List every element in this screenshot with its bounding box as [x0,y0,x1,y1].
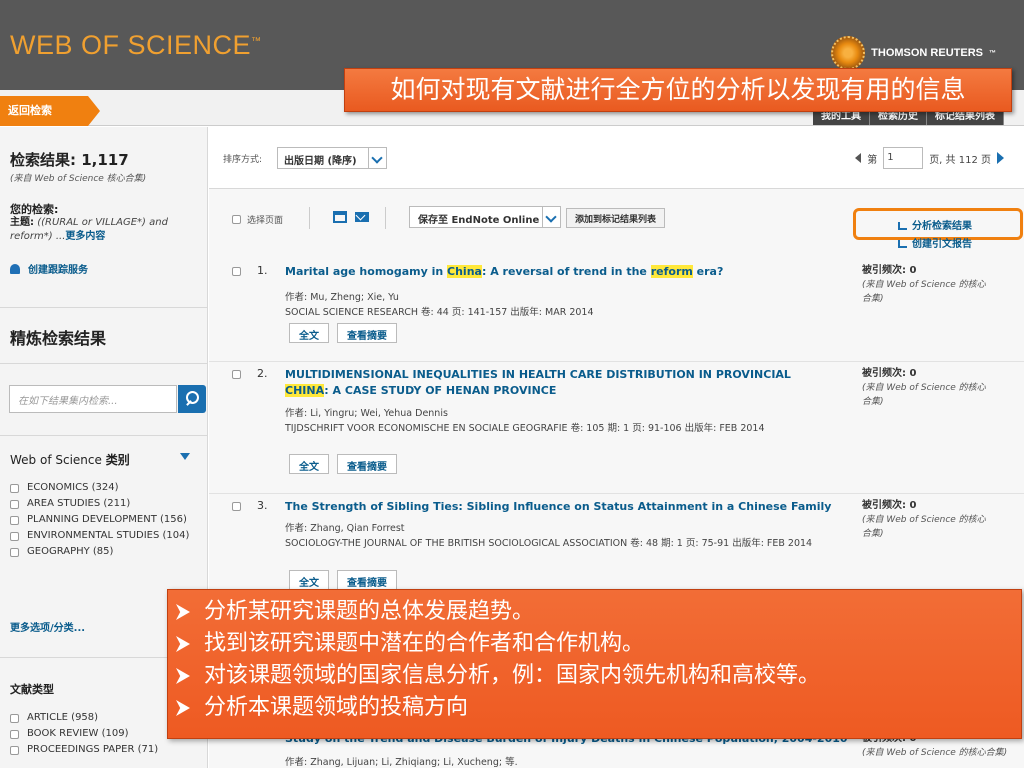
checkbox[interactable] [232,502,241,511]
record-actions: 全文 查看摘要 [289,323,397,343]
record-title[interactable]: Marital age homogamy in China: A reversa… [285,264,833,280]
more-content-link[interactable]: 更多内容 [65,231,105,242]
more-options-link[interactable]: 更多选项/分类... [10,619,85,634]
arrow-bullet-icon [176,604,190,620]
checkbox[interactable] [10,746,19,755]
checkbox[interactable] [10,532,19,541]
refine-title: 精炼检索结果 [10,329,107,348]
divider [0,307,208,308]
record-number: 1. [257,264,268,277]
report-icon [898,240,907,248]
search-icon[interactable] [178,385,206,413]
record-source: SOCIOLOGY-THE JOURNAL OF THE BRITISH SOC… [285,538,813,549]
create-alert-link[interactable]: 创建跟踪服务 [10,261,88,276]
result-record: 3. The Strength of Sibling Ties: Sibling… [209,493,1024,603]
checkbox[interactable] [10,484,19,493]
category-item[interactable]: GEOGRAPHY (85) [10,546,200,558]
bullet-item: 对该课题领域的国家信息分析，例：国家内领先机构和高校等。 [176,660,1013,692]
sort-bar: 排序方式: 出版日期 (降序) 第 1 页, 共 112 页 [209,127,1024,189]
arrow-bullet-icon [176,668,190,684]
refine-search-input[interactable]: 在如下结果集内检索... [9,385,177,413]
web-of-science-logo[interactable]: WEB OF SCIENCE™ [10,30,262,61]
thomson-reuters-logo: THOMSON REUTERS ™ [831,36,996,70]
full-text-button[interactable]: 全文 [289,323,329,343]
citation-count: 被引频次: 0(来自 Web of Science 的核心合集) [862,368,986,407]
record-number: 2. [257,367,268,380]
record-number: 3. [257,499,268,512]
category-item[interactable]: ENVIRONMENTAL STUDIES (104) [10,530,200,542]
full-text-button[interactable]: 全文 [289,454,329,474]
print-icon[interactable] [333,211,347,223]
category-item[interactable]: AREA STUDIES (211) [10,498,200,510]
email-icon[interactable] [355,212,369,222]
search-query: 主题: ((RURAL or VILLAGE*) and reform*) ..… [10,217,168,242]
select-page[interactable]: 选择页面 [232,213,283,226]
category-list: ECONOMICS (324) AREA STUDIES (211) PLANN… [10,482,200,562]
bar-chart-icon [898,222,907,230]
checkbox[interactable] [10,714,19,723]
divider [0,363,208,364]
category-item[interactable]: ECONOMICS (324) [10,482,200,494]
results-source: (来自 Web of Science 核心合集) [10,174,147,184]
result-record: 1. Marital age homogamy in China: A reve… [209,259,1024,371]
arrow-bullet-icon [176,636,190,652]
collapse-caret-icon[interactable] [180,453,190,460]
page-input[interactable]: 1 [883,147,924,169]
document-type-heading: 文献类型 [10,683,54,696]
bullet-item: 找到该研究课题中潜在的合作者和合作机构。 [176,628,1013,660]
citation-count: 被引频次: 0(来自 Web of Science 的核心合集) [862,265,986,304]
view-abstract-button[interactable]: 查看摘要 [337,323,397,343]
save-to-select[interactable]: 保存至 EndNote Online [409,206,561,228]
checkbox[interactable] [232,267,241,276]
divider [309,207,310,229]
divider [385,207,386,229]
sort-select[interactable]: 出版日期 (降序) [277,147,387,169]
slide-bullets-overlay: 分析某研究课题的总体发展趋势。 找到该研究课题中潜在的合作者和合作机构。 对该课… [167,589,1022,739]
slide-title-overlay: 如何对现有文献进行全方位的分析以发现有用的信息 [344,68,1012,112]
citation-count: 被引频次: 0(来自 Web of Science 的核心合集) [862,500,986,539]
checkbox[interactable] [232,370,241,379]
record-actions: 全文 查看摘要 [289,454,397,474]
your-search-heading: 您的检索: [10,203,59,216]
results-count: 检索结果: 1,117 [10,151,129,169]
doctype-item[interactable]: PROCEEDINGS PAPER (71) [10,744,200,756]
chevron-down-icon [368,148,386,168]
record-title[interactable]: MULTIDIMENSIONAL INEQUALITIES IN HEALTH … [285,367,833,399]
chevron-down-icon [542,207,560,227]
checkbox[interactable] [10,516,19,525]
analyze-results-link[interactable]: 分析检索结果 [898,217,972,232]
globe-icon [831,36,866,70]
record-authors: 作者: Zhang, Lijuan; Li, Zhiqiang; Li, Xuc… [285,757,518,768]
pager: 第 1 页, 共 112 页 [855,147,1004,169]
record-authors: 作者: Mu, Zheng; Xie, Yu [285,292,399,303]
record-source: TIJDSCHRIFT VOOR ECONOMISCHE EN SOCIALE … [285,423,765,434]
bullet-item: 分析本课题领域的投稿方向 [176,692,1013,724]
checkbox[interactable] [10,500,19,509]
view-abstract-button[interactable]: 查看摘要 [337,570,397,590]
category-heading[interactable]: Web of Science 类别 [10,451,130,468]
result-record: 2. MULTIDIMENSIONAL INEQUALITIES IN HEAL… [209,361,1024,491]
divider [0,435,208,436]
category-item[interactable]: PLANNING DEVELOPMENT (156) [10,514,200,526]
back-to-search-tab[interactable]: 返回检索 [0,96,100,126]
record-authors: 作者: Zhang, Qian Forrest [285,523,405,534]
add-to-marked-list-button[interactable]: 添加到标记结果列表 [566,208,666,228]
checkbox[interactable] [10,730,19,739]
view-abstract-button[interactable]: 查看摘要 [337,454,397,474]
record-actions: 全文 查看摘要 [289,570,397,590]
citation-report-link[interactable]: 创建引文报告 [898,235,972,250]
record-title[interactable]: The Strength of Sibling Ties: Sibling In… [285,499,833,515]
next-page-icon[interactable] [997,152,1004,164]
previous-page-icon[interactable] [855,153,862,163]
checkbox[interactable] [10,548,19,557]
checkbox[interactable] [232,215,241,224]
sort-label: 排序方式: [223,155,263,165]
bell-icon [10,264,20,274]
record-authors: 作者: Li, Yingru; Wei, Yehua Dennis [285,408,448,419]
arrow-bullet-icon [176,700,190,716]
bullet-item: 分析某研究课题的总体发展趋势。 [176,596,1013,628]
record-source: SOCIAL SCIENCE RESEARCH 卷: 44 页: 141-157… [285,307,594,318]
full-text-button[interactable]: 全文 [289,570,329,590]
